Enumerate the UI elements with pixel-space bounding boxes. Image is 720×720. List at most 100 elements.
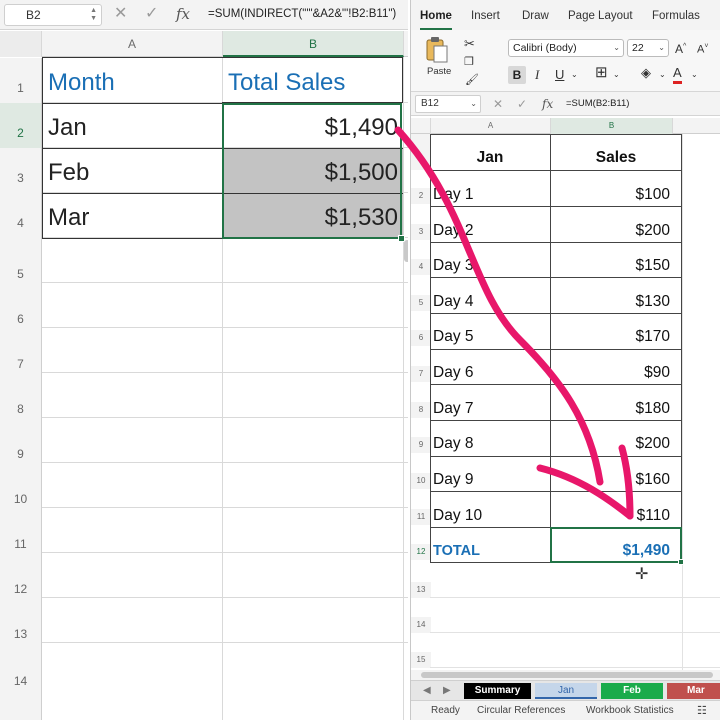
confirm-icon[interactable]: ✓ (517, 95, 527, 113)
column-header-b[interactable]: B (223, 31, 404, 57)
row-number[interactable]: 7 (411, 366, 431, 382)
fill-color-icon[interactable]: ◈ (641, 65, 651, 81)
row-number[interactable]: 9 (0, 418, 42, 463)
bold-button[interactable]: B (508, 66, 526, 84)
row-number[interactable]: 11 (0, 508, 42, 553)
tab-formulas[interactable]: Formulas (652, 10, 700, 22)
chevron-down-icon[interactable]: ⌄ (571, 67, 578, 83)
row-number[interactable]: 12 (411, 544, 431, 560)
row-number[interactable]: 15 (411, 652, 431, 668)
decrease-font-icon[interactable]: A˅ (697, 39, 708, 58)
row-number[interactable]: 12 (0, 553, 42, 598)
font-size-select[interactable]: 22 ⌄ (627, 39, 669, 57)
select-all-corner[interactable] (411, 118, 431, 134)
cell-day[interactable]: Day 2 (433, 214, 474, 248)
cell-day[interactable]: Day 10 (433, 499, 482, 533)
name-box-stepper-icon[interactable]: ▲ ▼ (90, 7, 97, 23)
tab-home[interactable]: Home (420, 10, 452, 22)
row-number[interactable]: 10 (0, 463, 42, 508)
row-number[interactable]: 13 (411, 582, 431, 598)
cell-sales[interactable]: $170 (551, 320, 670, 354)
row-number[interactable]: 6 (411, 330, 431, 346)
sheet-tab-summary[interactable]: Summary (464, 683, 531, 699)
row-number[interactable]: 13 (0, 598, 42, 643)
chevron-down-icon[interactable]: ⌄ (659, 67, 666, 83)
row-number[interactable]: 10 (411, 473, 431, 489)
sheet-tab-mar[interactable]: Mar (667, 683, 720, 699)
row-number[interactable]: 5 (0, 238, 42, 283)
row-number[interactable]: 6 (0, 283, 42, 328)
cell-day[interactable]: Day 3 (433, 249, 474, 283)
cell-sales[interactable]: $130 (551, 285, 670, 319)
cell-sales[interactable]: $150 (551, 249, 670, 283)
underline-button[interactable]: U (555, 67, 564, 83)
status-circular-references[interactable]: Circular References (477, 704, 565, 718)
header-jan[interactable]: Jan (430, 141, 550, 175)
chevron-down-icon[interactable]: ⌄ (691, 67, 698, 83)
cell-day[interactable]: Day 8 (433, 427, 474, 461)
cell-day[interactable]: Day 4 (433, 285, 474, 319)
row-number[interactable]: 4 (411, 259, 431, 275)
row-number[interactable]: 2 (0, 103, 42, 148)
cell-sales[interactable]: $90 (551, 356, 670, 390)
header-sales[interactable]: Sales (550, 141, 682, 175)
cell-day[interactable]: Day 6 (433, 356, 474, 390)
row-number[interactable]: 1 (0, 58, 42, 103)
fx-icon[interactable]: fx (542, 95, 553, 113)
confirm-icon[interactable]: ✓ (145, 4, 158, 24)
font-name-select[interactable]: Calibri (Body) ⌄ (508, 39, 624, 57)
row-number[interactable]: 8 (411, 402, 431, 418)
cancel-icon[interactable]: ✕ (493, 95, 503, 113)
total-label[interactable]: TOTAL (433, 534, 480, 568)
column-header-a[interactable]: A (42, 31, 223, 57)
row-number[interactable]: 4 (0, 193, 42, 238)
cell-day[interactable]: Day 7 (433, 392, 474, 426)
chevron-down-icon[interactable]: ⌄ (613, 67, 620, 83)
increase-font-icon[interactable]: A^ (675, 39, 686, 57)
cut-icon[interactable]: ✂ (464, 36, 475, 52)
cell-sales[interactable]: $100 (551, 178, 670, 212)
fill-handle[interactable] (678, 559, 684, 565)
select-all-corner[interactable] (0, 31, 42, 57)
formula-text[interactable]: =SUM(B2:B11) (566, 95, 629, 113)
row-number[interactable]: 14 (0, 643, 42, 720)
scroll-tabs-left-icon[interactable]: ◀ (423, 684, 431, 698)
italic-button[interactable]: I (535, 67, 539, 83)
cell-sales[interactable]: $200 (551, 427, 670, 461)
row-number[interactable]: 7 (0, 328, 42, 373)
scroll-tabs-right-icon[interactable]: ▶ (443, 684, 451, 698)
format-painter-icon[interactable]: 🖌 (465, 72, 479, 88)
cell-day[interactable]: Day 1 (433, 178, 474, 212)
cell-sales[interactable]: $160 (551, 463, 670, 497)
cell-sales[interactable]: $180 (551, 392, 670, 426)
vertical-scrollbar[interactable] (404, 240, 408, 262)
row-number[interactable]: 3 (411, 224, 431, 240)
accessibility-icon[interactable]: ☷ (697, 704, 707, 718)
row-number[interactable]: 8 (0, 373, 42, 418)
tab-draw[interactable]: Draw (522, 10, 549, 22)
sheet-tab-jan[interactable]: Jan (535, 683, 597, 699)
name-box[interactable]: B2 ▲ ▼ (4, 4, 102, 26)
cell-day[interactable]: Day 5 (433, 320, 474, 354)
row-number[interactable]: 9 (411, 437, 431, 453)
borders-icon[interactable]: ⊞ (595, 65, 608, 81)
cancel-icon[interactable]: ✕ (114, 4, 127, 24)
row-number[interactable]: 5 (411, 295, 431, 311)
fx-icon[interactable]: fx (176, 4, 190, 24)
tab-insert[interactable]: Insert (471, 10, 500, 22)
name-box[interactable]: B12 ⌄ (415, 95, 481, 113)
font-color-icon[interactable]: A (673, 65, 682, 84)
column-header-a[interactable]: A (431, 118, 551, 134)
tab-page-layout[interactable]: Page Layout (568, 10, 633, 22)
row-number[interactable]: 2 (411, 188, 431, 204)
sheet-tab-feb[interactable]: Feb (601, 683, 663, 699)
row-number[interactable]: 11 (411, 509, 431, 525)
row-number[interactable]: 14 (411, 617, 431, 633)
copy-icon[interactable]: ❐ (464, 54, 474, 70)
cell-day[interactable]: Day 9 (433, 463, 474, 497)
horizontal-scrollbar[interactable] (421, 672, 713, 678)
row-number[interactable]: 3 (0, 148, 42, 193)
paste-icon[interactable] (425, 36, 449, 64)
column-header-b[interactable]: B (551, 118, 673, 134)
cell-sales[interactable]: $200 (551, 214, 670, 248)
